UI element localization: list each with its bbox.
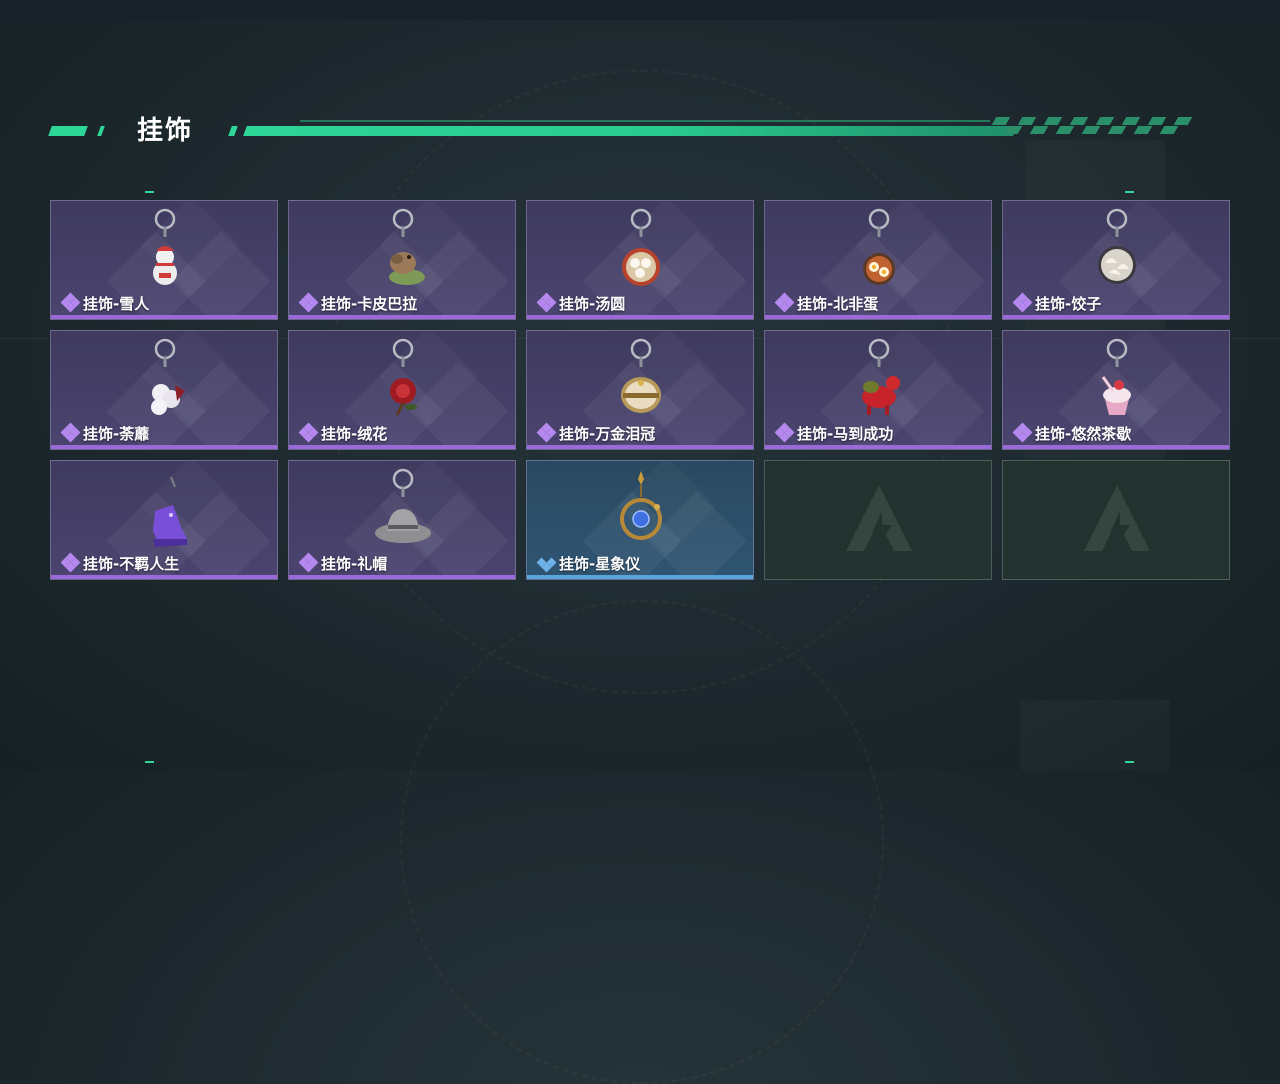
corner-tick (1125, 191, 1134, 193)
item-card[interactable]: 挂饰-荼蘼 (50, 330, 278, 450)
white-flower-charm-icon (151, 338, 185, 415)
logo-placeholder-icon (846, 485, 912, 551)
item-card[interactable]: 挂饰-万金泪冠 (526, 330, 754, 450)
empty-slot (764, 460, 992, 580)
background-ring (400, 600, 884, 1084)
astrolabe-charm-icon (620, 471, 662, 540)
corner-tick (145, 191, 154, 193)
cupcake-charm-icon (1101, 338, 1131, 415)
rare-rarity-icon (536, 553, 557, 573)
fedora-hat-charm-icon (375, 468, 431, 543)
item-card[interactable]: 挂饰-悠然茶歇 (1002, 330, 1230, 450)
item-label: 挂饰-北非蛋 (797, 295, 879, 313)
corner-tick (1125, 761, 1134, 763)
item-card[interactable]: 挂饰-饺子 (1002, 200, 1230, 320)
section-title: 挂饰 (137, 116, 194, 146)
item-card[interactable]: 挂饰-汤圆 (526, 200, 754, 320)
epic-rarity-icon (298, 552, 319, 573)
logo-placeholder-icon (1084, 485, 1150, 551)
purple-sneaker-charm-icon (153, 476, 187, 547)
epic-rarity-icon (298, 292, 319, 313)
item-label: 挂饰-礼帽 (321, 555, 388, 573)
item-card[interactable]: 挂饰-不羁人生 (50, 460, 278, 580)
item-card[interactable]: 挂饰-礼帽 (288, 460, 516, 580)
item-card[interactable]: 挂饰-卡皮巴拉 (288, 200, 516, 320)
item-label: 挂饰-不羁人生 (83, 555, 180, 573)
item-label: 挂饰-星象仪 (559, 555, 641, 573)
dumpling-plate-charm-icon (1098, 208, 1136, 284)
epic-rarity-icon (536, 292, 557, 313)
item-label: 挂饰-荼蘼 (83, 425, 150, 443)
golden-crown-charm-icon (621, 338, 661, 413)
item-label: 挂饰-卡皮巴拉 (321, 295, 418, 313)
item-label: 挂饰-绒花 (321, 425, 388, 443)
item-card[interactable]: 挂饰-星象仪 (526, 460, 754, 580)
header-accent-bar (243, 126, 1017, 136)
snowman-charm-icon (153, 208, 177, 285)
item-card[interactable]: 挂饰-绒花 (288, 330, 516, 450)
item-label: 挂饰-悠然茶歇 (1035, 425, 1132, 443)
epic-rarity-icon (1012, 292, 1033, 313)
background-block (1020, 700, 1170, 770)
epic-rarity-icon (60, 552, 81, 573)
red-velvet-flower-charm-icon (390, 338, 417, 416)
header-thin-line (300, 120, 990, 122)
red-horse-charm-icon (862, 338, 900, 415)
item-card[interactable]: 挂饰-北非蛋 (764, 200, 992, 320)
epic-rarity-icon (298, 422, 319, 443)
item-label: 挂饰-雪人 (83, 295, 150, 313)
item-label: 挂饰-万金泪冠 (559, 425, 656, 443)
item-card[interactable]: 挂饰-雪人 (50, 200, 278, 320)
item-card[interactable]: 挂饰-马到成功 (764, 330, 992, 450)
epic-rarity-icon (60, 422, 81, 443)
header-accent-dash (48, 126, 88, 136)
item-label: 挂饰-马到成功 (797, 425, 894, 443)
capybara-charm-icon (389, 208, 425, 285)
epic-rarity-icon (774, 292, 795, 313)
epic-rarity-icon (1012, 422, 1033, 443)
tangyuan-bowl-charm-icon (622, 208, 660, 286)
item-label: 挂饰-汤圆 (559, 295, 626, 313)
shakshuka-pan-charm-icon (863, 208, 895, 285)
header-checker-pattern (990, 117, 1205, 137)
top-bar (0, 0, 1280, 20)
header-accent-dash (97, 126, 105, 136)
epic-rarity-icon (60, 292, 81, 313)
corner-tick (145, 761, 154, 763)
epic-rarity-icon (536, 422, 557, 443)
epic-rarity-icon (774, 422, 795, 443)
item-label: 挂饰-饺子 (1035, 295, 1102, 313)
header-accent-dash (228, 126, 238, 136)
empty-slot (1002, 460, 1230, 580)
